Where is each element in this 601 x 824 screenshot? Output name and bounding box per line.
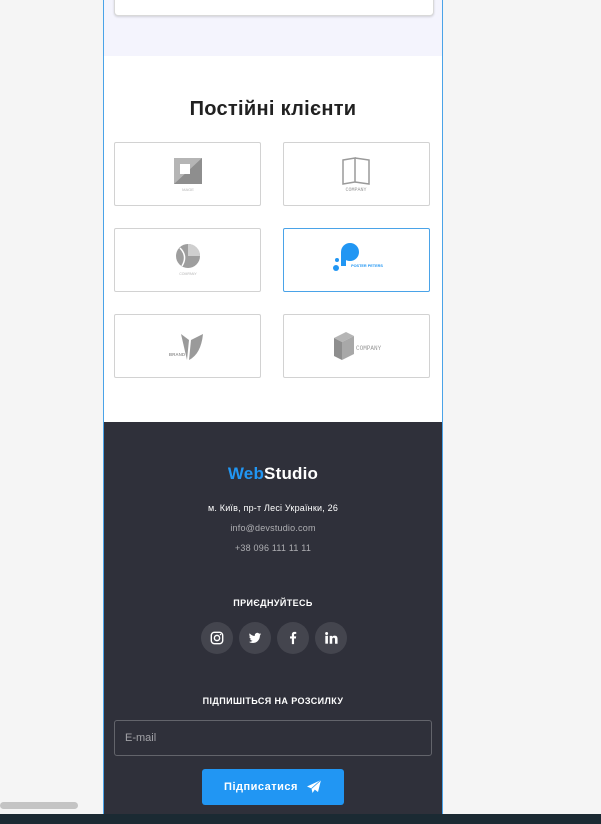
instagram-link[interactable]: [201, 622, 233, 654]
bottom-strip: [0, 814, 601, 824]
footer: WebStudio м. Київ, пр-т Лесі Українки, 2…: [104, 422, 442, 814]
horizontal-scrollbar[interactable]: [0, 802, 78, 809]
client-logo-card[interactable]: BRAND: [114, 314, 261, 378]
footer-email-link[interactable]: info@devstudio.com: [104, 523, 442, 533]
box-company-logo-icon: COMPANY: [333, 332, 382, 360]
logo-caption: MAGE: [182, 187, 194, 192]
linkedin-icon: [325, 631, 338, 644]
client-logo-card[interactable]: MAGE: [114, 142, 261, 206]
subscribe-button-label: Підписатися: [224, 781, 298, 793]
client-logo-card[interactable]: COMPANY: [114, 228, 261, 292]
logo-caption: COMPANY: [356, 345, 382, 352]
instagram-icon: [210, 631, 224, 645]
send-icon: [306, 779, 322, 793]
email-field[interactable]: [114, 720, 432, 756]
social-links: [201, 622, 347, 654]
mobile-viewport-frame: Постійні клієнти MAGE COMPANY COMPANY PO…: [103, 0, 443, 814]
facebook-link[interactable]: [277, 622, 309, 654]
logo-caption: POSTER PETERS: [351, 264, 383, 268]
logo-studio-part: Studio: [264, 464, 319, 483]
subscribe-heading: ПІДПИШІТЬСЯ НА РОЗСИЛКУ: [202, 696, 344, 706]
book-logo-icon: COMPANY: [341, 157, 370, 193]
logo-caption: COMPANY: [345, 187, 366, 193]
square-logo-icon: MAGE: [173, 158, 202, 192]
logo-caption: COMPANY: [179, 272, 197, 276]
footer-phone-link[interactable]: +38 096 111 11 11: [104, 543, 442, 553]
clients-section-title: Постійні клієнти: [189, 98, 357, 120]
twitter-link[interactable]: [239, 622, 271, 654]
poster-peters-logo-icon: POSTER PETERS: [332, 243, 383, 271]
shell-logo-icon: COMPANY: [175, 244, 200, 276]
logo-caption: BRAND: [168, 352, 185, 357]
linkedin-link[interactable]: [315, 622, 347, 654]
facebook-icon: [290, 631, 297, 645]
page: Постійні клієнти MAGE COMPANY COMPANY PO…: [0, 0, 601, 824]
client-logo-card[interactable]: POSTER PETERS: [283, 228, 430, 292]
twitter-icon: [248, 632, 262, 643]
previous-section-band: [104, 0, 442, 56]
client-logo-card[interactable]: COMPANY: [283, 142, 430, 206]
leaf-brand-logo-icon: BRAND: [168, 334, 203, 360]
previous-section-card: [114, 0, 434, 16]
client-logo-card[interactable]: COMPANY: [283, 314, 430, 378]
logo-web-part: Web: [227, 464, 265, 483]
footer-address: м. Київ, пр-т Лесі Українки, 26: [207, 503, 339, 513]
subscribe-button[interactable]: Підписатися: [202, 769, 344, 805]
footer-logo[interactable]: WebStudio: [104, 464, 442, 484]
join-us-heading: ПРИЄДНУЙТЕСЬ: [233, 598, 313, 608]
